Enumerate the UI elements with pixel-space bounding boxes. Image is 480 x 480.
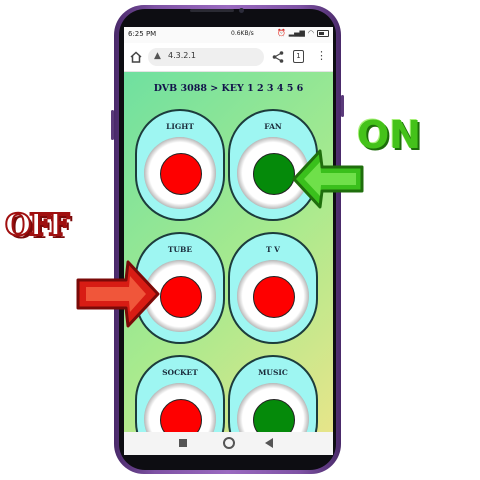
battery-icon — [317, 29, 329, 37]
volume-button — [111, 110, 114, 140]
signal-icon: ▂▄▆ — [288, 29, 305, 37]
web-content: DVB 3088 > KEY 1 2 3 4 5 6 LIGHT FAN TUB… — [124, 72, 333, 432]
status-indicator — [160, 153, 202, 195]
network-speed: 0.6KB/s — [231, 30, 254, 37]
wifi-icon: ◠ — [307, 29, 314, 37]
page-header: DVB 3088 > KEY 1 2 3 4 5 6 — [153, 83, 304, 94]
status-indicator — [253, 153, 295, 195]
android-navbar — [124, 432, 333, 455]
phone-screen: 6:25 PM 0.6KB/s ⏰ ▂▄▆ ◠ ▲ 4.3.2.1 1 ⋮ DV… — [124, 27, 333, 455]
switch-label: TUBE — [167, 245, 193, 254]
front-camera — [239, 8, 244, 13]
switch-label: T V — [265, 245, 280, 254]
status-icons: ⏰ ▂▄▆ ◠ — [277, 29, 329, 37]
browser-toolbar: ▲ 4.3.2.1 1 ⋮ — [124, 43, 333, 72]
switch-label: LIGHT — [166, 122, 194, 131]
status-indicator — [253, 399, 295, 432]
menu-icon[interactable]: ⋮ — [316, 49, 327, 63]
switch-button-music[interactable] — [237, 383, 309, 432]
switch-label: FAN — [264, 122, 282, 131]
warning-icon[interactable]: ▲ — [154, 51, 161, 61]
status-time: 6:25 PM — [128, 30, 157, 38]
switch-card-music: MUSIC — [228, 355, 318, 432]
green-arrow-icon — [292, 149, 364, 209]
switch-card-tv: T V — [228, 232, 318, 344]
switch-card-socket: SOCKET — [135, 355, 225, 432]
alarm-icon: ⏰ — [277, 29, 286, 37]
url-field[interactable]: ▲ 4.3.2.1 — [148, 48, 264, 66]
back-icon[interactable] — [265, 438, 273, 448]
switch-card-light: LIGHT — [135, 109, 225, 221]
switch-button-tv[interactable] — [237, 260, 309, 332]
earpiece — [190, 9, 234, 12]
status-indicator — [253, 276, 295, 318]
red-arrow-icon — [76, 260, 160, 328]
status-indicator — [160, 276, 202, 318]
recents-icon[interactable] — [179, 439, 187, 447]
share-icon[interactable] — [271, 50, 285, 64]
status-bar: 6:25 PM 0.6KB/s ⏰ ▂▄▆ ◠ — [124, 27, 333, 43]
switch-label: MUSIC — [258, 368, 288, 377]
nav-home-icon[interactable] — [223, 437, 235, 449]
power-button — [341, 95, 344, 117]
home-icon[interactable] — [129, 50, 143, 64]
url-text: 4.3.2.1 — [168, 51, 196, 60]
switch-button-socket[interactable] — [144, 383, 216, 432]
status-indicator — [160, 399, 202, 432]
tabs-icon[interactable]: 1 — [293, 50, 304, 63]
off-annotation-label: OFF — [4, 207, 71, 244]
switch-label: SOCKET — [162, 368, 198, 377]
switch-button-light[interactable] — [144, 137, 216, 209]
